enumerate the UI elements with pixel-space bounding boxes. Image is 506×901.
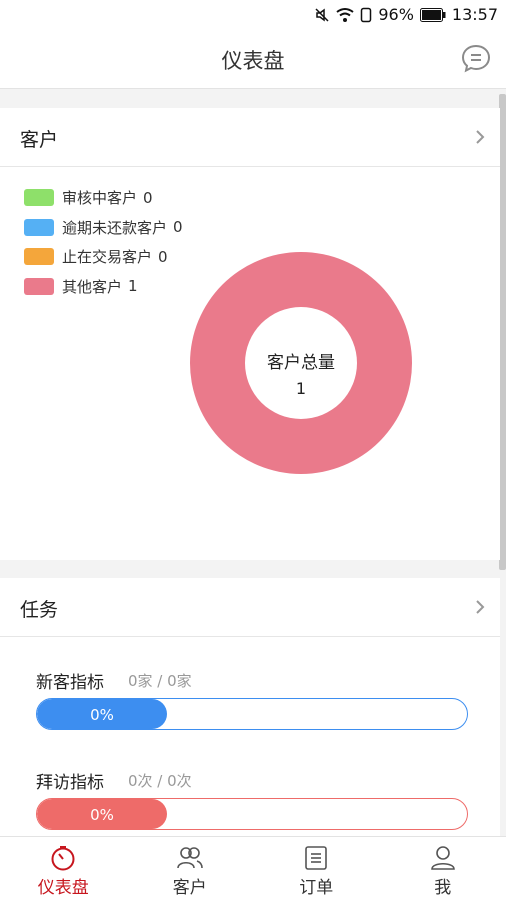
tasks-card: 任务 新客指标 0家 / 0家 0% 拜访指标 0次 / 0次 0% (0, 578, 500, 836)
donut-center: 客户总量 1 (189, 251, 413, 475)
legend-count: 1 (128, 277, 138, 295)
customers-icon (177, 845, 203, 871)
progress-text: 0% (37, 799, 167, 829)
tab-label: 客户 (173, 873, 207, 898)
legend-item[interactable]: 止在交易客户 0 (24, 242, 183, 272)
chart-legend: 审核中客户 0 逾期未还款客户 0 止在交易客户 0 其他客户 1 (24, 183, 183, 301)
scrollbar[interactable] (499, 94, 506, 570)
tasks-card-header[interactable]: 任务 (0, 578, 500, 637)
task-name: 拜访指标 (36, 768, 104, 793)
battery-icon (420, 8, 446, 22)
customers-card: 客户 审核中客户 0 逾期未还款客户 0 止在交易客户 0 其他客户 1 客户总… (0, 108, 500, 560)
donut-center-label: 客户总量 (189, 348, 413, 373)
legend-count: 0 (173, 218, 183, 236)
customers-card-header[interactable]: 客户 (0, 108, 500, 167)
chevron-right-icon[interactable] (474, 128, 486, 146)
progress-text: 0% (37, 699, 167, 729)
sim-icon (360, 7, 372, 23)
page-title: 仪表盘 (0, 45, 506, 75)
tab-label: 我 (434, 873, 451, 898)
customers-card-title: 客户 (20, 125, 58, 152)
legend-item[interactable]: 其他客户 1 (24, 272, 183, 302)
tab-orders[interactable]: 订单 (253, 837, 380, 901)
app-header: 仪表盘 (0, 30, 506, 89)
status-bar: 96% 13:57 (0, 0, 506, 30)
legend-swatch (24, 219, 54, 236)
legend-label: 审核中客户 (62, 187, 137, 208)
task-name: 新客指标 (36, 668, 104, 693)
legend-label: 其他客户 (62, 276, 122, 297)
legend-swatch (24, 278, 54, 295)
tab-profile[interactable]: 我 (380, 837, 506, 901)
legend-item[interactable]: 逾期未还款客户 0 (24, 213, 183, 243)
orders-icon (303, 845, 329, 871)
legend-item[interactable]: 审核中客户 0 (24, 183, 183, 213)
legend-label: 逾期未还款客户 (62, 217, 167, 238)
wifi-icon (336, 7, 354, 23)
progress-bar: 0% (36, 698, 468, 730)
bottom-tab-bar: 仪表盘 客户 订单 我 (0, 836, 506, 901)
dashboard-icon (50, 845, 76, 871)
donut-center-value: 1 (189, 379, 413, 398)
legend-swatch (24, 189, 54, 206)
status-icons: 96% 13:57 (314, 5, 498, 24)
legend-count: 0 (143, 189, 153, 207)
tab-label: 仪表盘 (38, 873, 89, 898)
mute-icon (314, 7, 330, 23)
message-icon[interactable] (460, 42, 492, 74)
chevron-right-icon[interactable] (474, 598, 486, 616)
tab-customers[interactable]: 客户 (127, 837, 254, 901)
profile-icon (430, 845, 456, 871)
task-count: 0家 / 0家 (128, 670, 192, 691)
legend-label: 止在交易客户 (62, 246, 152, 267)
battery-percent: 96% (378, 5, 414, 24)
tasks-card-title: 任务 (20, 595, 58, 622)
legend-count: 0 (158, 248, 168, 266)
progress-bar: 0% (36, 798, 468, 830)
legend-swatch (24, 248, 54, 265)
tab-label: 订单 (299, 873, 333, 898)
task-count: 0次 / 0次 (128, 770, 192, 791)
tab-dashboard[interactable]: 仪表盘 (0, 837, 127, 901)
clock: 13:57 (452, 5, 498, 24)
